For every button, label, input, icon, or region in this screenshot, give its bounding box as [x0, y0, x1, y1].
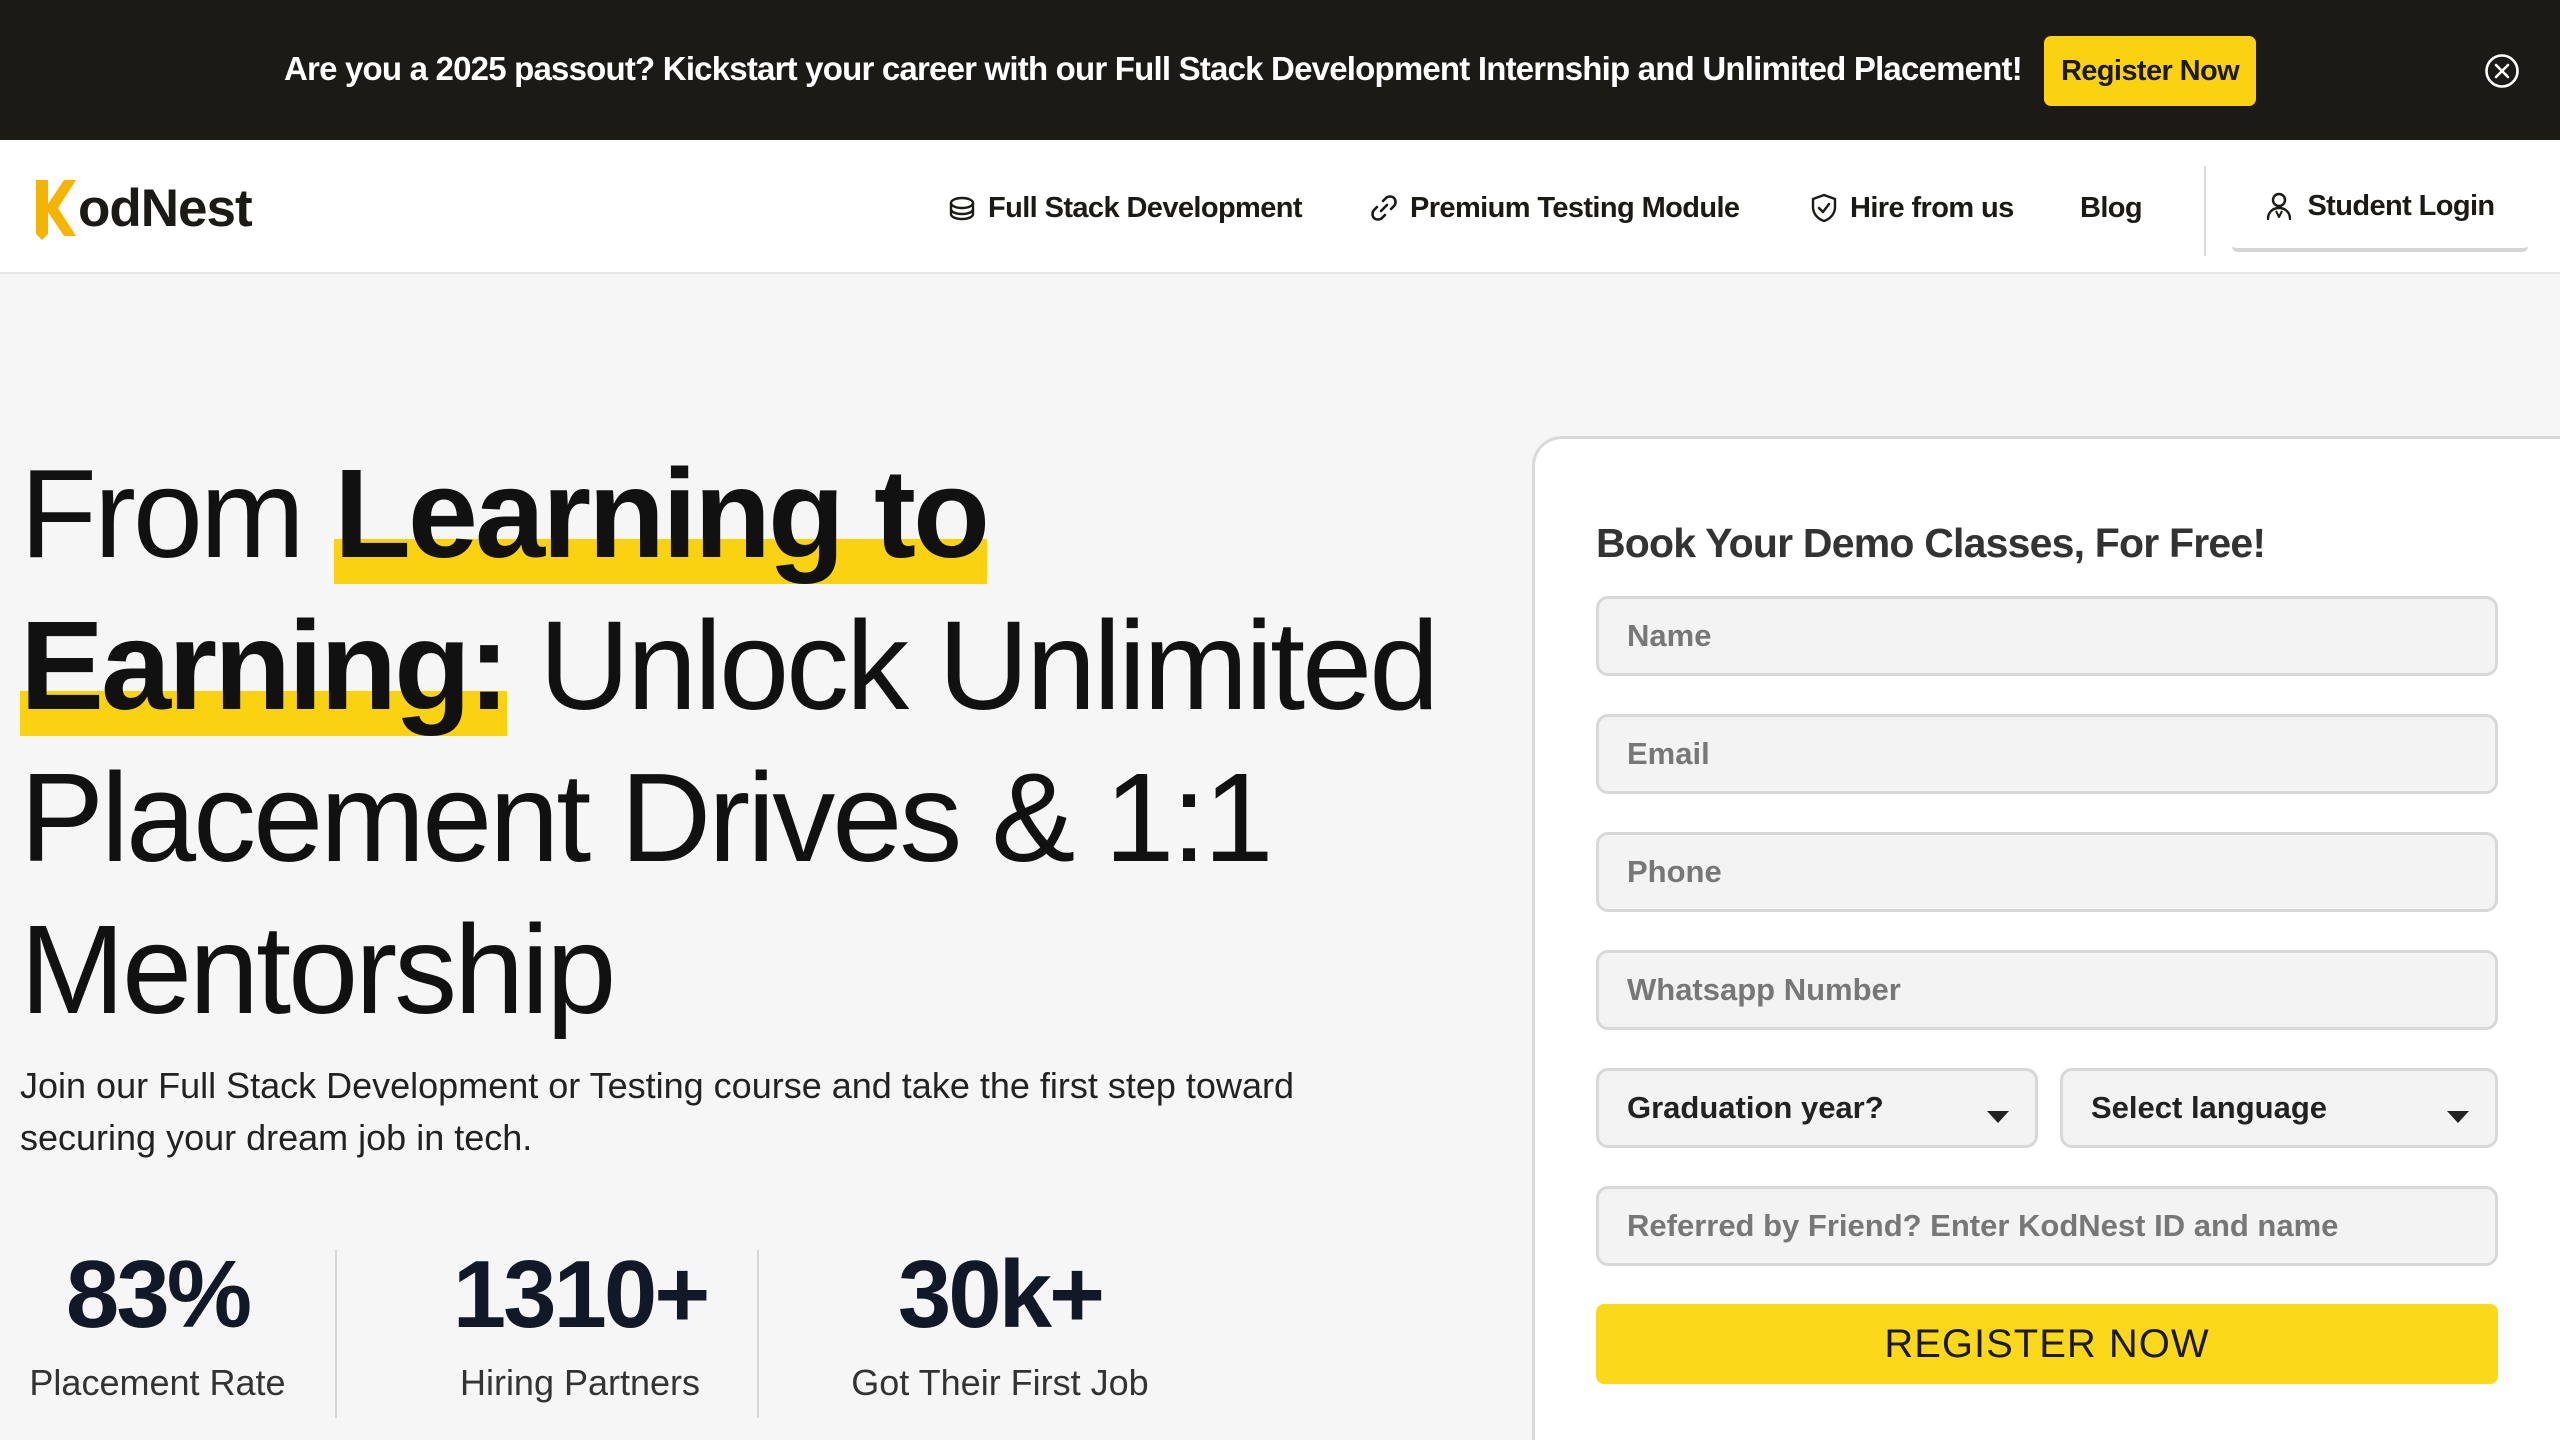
register-now-button[interactable]: REGISTER NOW: [1596, 1304, 2498, 1384]
form-title: Book Your Demo Classes, For Free!: [1596, 520, 2266, 566]
hero-title-highlight1: Learning to: [333, 443, 990, 584]
nav-item-label: Premium Testing Module: [1410, 191, 1740, 224]
stat-hiring-partners: 1310+ Hiring Partners: [430, 1240, 730, 1404]
logo-text: odNest: [78, 178, 253, 238]
nav-item-label: Full Stack Development: [988, 191, 1303, 224]
language-select[interactable]: Select language: [2060, 1068, 2498, 1148]
stat-value: 1310+: [452, 1241, 711, 1348]
register-now-banner-button[interactable]: Register Now: [2044, 36, 2256, 106]
kodnest-logo[interactable]: odNest: [32, 176, 253, 240]
nav-blog[interactable]: Blog: [2080, 188, 2143, 228]
name-input[interactable]: Name: [1596, 596, 2498, 676]
stat-first-job: 30k+ Got Their First Job: [840, 1240, 1160, 1404]
stat-divider: [757, 1250, 759, 1418]
nav-item-label: Blog: [2080, 191, 2143, 224]
chevron-down-icon: [2447, 1111, 2469, 1123]
stat-divider: [335, 1250, 337, 1418]
stat-placement-rate: 83% Placement Rate: [20, 1240, 295, 1404]
link-icon: [1371, 195, 1397, 221]
nav-hire-from-us[interactable]: Hire from us: [1810, 188, 2014, 228]
referral-input[interactable]: Referred by Friend? Enter KodNest ID and…: [1596, 1186, 2498, 1266]
student-login-button[interactable]: Student Login: [2232, 164, 2528, 252]
announcement-banner: Are you a 2025 passout? Kickstart your c…: [0, 0, 2560, 140]
shield-icon: [1811, 193, 1837, 223]
nav-full-stack-development[interactable]: Full Stack Development: [948, 188, 1303, 228]
stat-value: 83%: [65, 1241, 252, 1348]
close-circle-icon[interactable]: [2484, 53, 2520, 89]
hero-subtitle: Join our Full Stack Development or Testi…: [20, 1065, 1294, 1158]
nav-premium-testing-module[interactable]: Premium Testing Module: [1370, 188, 1740, 228]
stat-label: Placement Rate: [29, 1362, 286, 1403]
hero-title-highlight2: Earning:: [20, 595, 510, 736]
student-login-label: Student Login: [2307, 189, 2495, 222]
graduation-year-value: Graduation year?: [1627, 1090, 1884, 1125]
demo-booking-card: [1532, 436, 2560, 1440]
nav-item-label: Hire from us: [1850, 191, 2014, 224]
nav-divider: [2204, 166, 2206, 256]
user-icon: [2267, 192, 2292, 221]
chevron-down-icon: [1987, 1111, 2009, 1123]
phone-input[interactable]: Phone: [1596, 832, 2498, 912]
email-input[interactable]: Email: [1596, 714, 2498, 794]
graduation-year-select[interactable]: Graduation year?: [1596, 1068, 2038, 1148]
banner-text: Are you a 2025 passout? Kickstart your c…: [284, 50, 2023, 87]
stat-value: 30k+: [897, 1241, 1105, 1348]
whatsapp-input[interactable]: Whatsapp Number: [1596, 950, 2498, 1030]
stat-label: Hiring Partners: [459, 1362, 701, 1403]
main-navigation: odNest Full Stack Development Premium Te…: [0, 140, 2560, 274]
hero-title-part1: From: [20, 443, 334, 584]
stack-icon: [949, 196, 975, 221]
language-value: Select language: [2091, 1090, 2328, 1125]
logo-k-mark: [36, 180, 76, 240]
hero-title: From Learning to Earning: Unlock Unlimit…: [20, 438, 1480, 1046]
stat-label: Got Their First Job: [851, 1362, 1149, 1403]
